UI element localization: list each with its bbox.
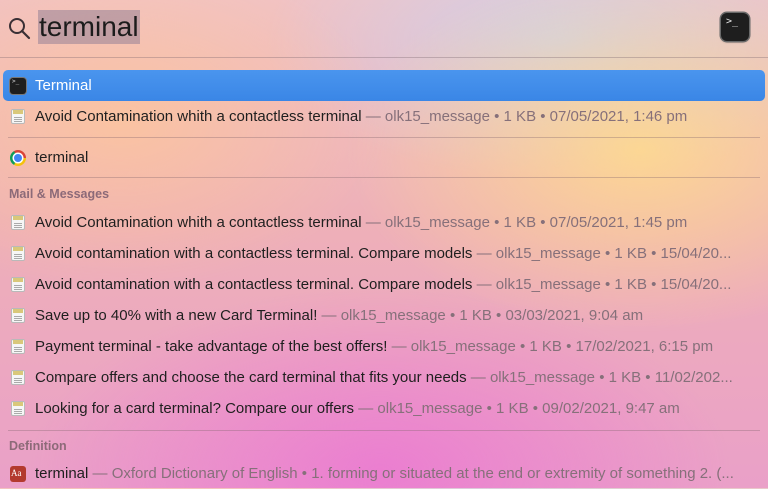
search-icon (9, 18, 31, 40)
list-item[interactable]: Avoid contamination with a contactless t… (3, 238, 765, 269)
list-item[interactable]: Looking for a card terminal? Compare our… (3, 393, 765, 424)
result-title: Terminal (35, 77, 92, 94)
terminal-icon: >_ (10, 77, 26, 94)
search-input[interactable]: terminal (38, 10, 140, 44)
result-meta: — olk15_message • 1 KB • 07/05/2021, 1:4… (361, 214, 688, 231)
result-title: Avoid contamination with a contactless t… (35, 245, 473, 262)
mail-icon (11, 277, 25, 292)
mail-icon (11, 246, 25, 261)
result-meta: — olk15_message • 1 KB • 03/03/2021, 9:0… (317, 307, 644, 324)
result-title: Avoid Contamination whith a contactless … (35, 214, 362, 231)
result-title: terminal (35, 149, 89, 166)
result-web-suggestion[interactable]: terminal (3, 142, 765, 173)
result-title: Looking for a card terminal? Compare our… (35, 400, 355, 417)
section-label-definition: Definition (9, 439, 67, 453)
list-item[interactable]: Compare offers and choose the card termi… (3, 362, 765, 393)
list-item[interactable]: Save up to 40% with a new Card Terminal!… (3, 300, 765, 331)
result-terminal-app[interactable]: >_ Terminal (3, 70, 765, 101)
terminal-glyph: >_ (726, 16, 739, 27)
dictionary-icon: Aa (10, 465, 26, 482)
mail-icon (11, 401, 25, 416)
list-item[interactable]: Payment terminal - take advantage of the… (3, 331, 765, 362)
result-meta: — Oxford Dictionary of English • 1. form… (88, 465, 734, 482)
result-meta: — olk15_message • 1 KB • 09/02/2021, 9:4… (354, 400, 680, 417)
divider (8, 430, 760, 431)
mail-icon (11, 370, 25, 385)
search-bar: terminal >_ (0, 0, 768, 56)
result-meta: — olk15_message • 1 KB • 15/04/20... (472, 245, 732, 262)
mail-icon (11, 109, 25, 124)
list-item[interactable]: Avoid contamination with a contactless t… (3, 269, 765, 300)
result-meta: — olk15_message • 1 KB • 07/05/2021, 1:4… (361, 108, 688, 125)
chrome-icon (10, 149, 26, 166)
result-mail-top[interactable]: Avoid Contamination whith a contactless … (3, 101, 765, 132)
result-title: Avoid Contamination whith a contactless … (35, 108, 362, 125)
list-item[interactable]: Avoid Contamination whith a contactless … (3, 207, 765, 238)
result-meta: — olk15_message • 1 KB • 15/04/20... (472, 276, 732, 293)
result-meta: — olk15_message • 1 KB • 17/02/2021, 6:1… (387, 338, 714, 355)
divider (8, 177, 760, 178)
result-meta: — olk15_message • 1 KB • 11/02/202... (466, 369, 733, 386)
result-title: Save up to 40% with a new Card Terminal! (35, 307, 318, 324)
result-title: terminal (35, 465, 89, 482)
result-title: Payment terminal - take advantage of the… (35, 338, 388, 355)
mail-icon (11, 215, 25, 230)
divider (0, 57, 768, 58)
list-item[interactable]: Aa terminal — Oxford Dictionary of Engli… (3, 458, 765, 489)
divider (8, 137, 760, 138)
result-title: Avoid contamination with a contactless t… (35, 276, 473, 293)
result-title: Compare offers and choose the card termi… (35, 369, 467, 386)
mail-icon (11, 308, 25, 323)
section-label-mail: Mail & Messages (9, 187, 110, 201)
terminal-app-icon[interactable]: >_ (721, 13, 749, 41)
mail-icon (11, 339, 25, 354)
